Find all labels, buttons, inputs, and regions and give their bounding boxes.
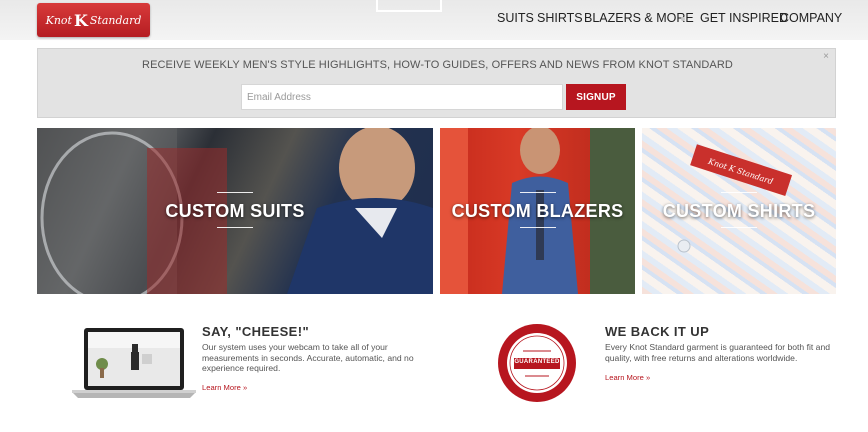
nav-shirts[interactable]: SHIRTS: [537, 11, 583, 25]
logo-text-left: Knot: [45, 13, 72, 27]
custom-suits-label: CUSTOM SUITS: [165, 201, 305, 221]
custom-shirts-tile[interactable]: Knot K Standard CUSTOM SHIRTS: [642, 128, 836, 294]
nav-get-inspired[interactable]: GET INSPIRED: [700, 11, 788, 25]
logo-text-right: Standard: [89, 13, 142, 27]
newsletter-banner: RECEIVE WEEKLY MEN'S STYLE HIGHLIGHTS, H…: [37, 48, 836, 118]
custom-suits-tile[interactable]: CUSTOM SUITS: [37, 128, 433, 294]
custom-blazers-tile[interactable]: CUSTOM BLAZERS: [440, 128, 635, 294]
logo-mark: K: [73, 10, 88, 30]
signup-button[interactable]: SIGNUP: [566, 84, 626, 110]
feature-cheese-title: SAY, "CHEESE!": [202, 324, 310, 339]
newsletter-message: RECEIVE WEEKLY MEN'S STYLE HIGHLIGHTS, H…: [142, 59, 733, 71]
knot-standard-logo[interactable]: Knot K Standard: [37, 3, 150, 37]
seal-text: GUARANTEED: [514, 359, 560, 365]
nav-blazers-more[interactable]: BLAZERS & MORE: [584, 11, 694, 25]
feature-cheese-text: Our system uses your webcam to take all …: [202, 342, 414, 373]
feature-backup-title: WE BACK IT UP: [605, 324, 710, 339]
email-field[interactable]: [241, 84, 563, 110]
tile-rule-bottom: [520, 227, 556, 228]
nav-separator: [681, 17, 685, 21]
nav-company[interactable]: COMPANY: [780, 11, 842, 25]
close-icon[interactable]: ×: [823, 51, 829, 62]
tile-rule-bottom: [721, 227, 757, 228]
custom-blazers-label: CUSTOM BLAZERS: [451, 201, 624, 221]
tile-rule-top: [520, 192, 556, 193]
feature-backup-text: Every Knot Standard garment is guarantee…: [605, 342, 831, 363]
nav-suits[interactable]: SUITS: [497, 11, 534, 25]
tile-rule-top: [217, 192, 253, 193]
custom-shirts-label: CUSTOM SHIRTS: [662, 201, 816, 221]
laptop-icon: [72, 328, 196, 398]
tile-rule-bottom: [217, 227, 253, 228]
tile-rule-top: [721, 192, 757, 193]
site-header: Knot K Standard SUITS SHIRTS BLAZERS & M…: [0, 0, 868, 40]
decorative-frame: [376, 0, 442, 12]
learn-more-link-cheese[interactable]: Learn More »: [202, 383, 247, 392]
learn-more-link-backup[interactable]: Learn More »: [605, 373, 650, 382]
